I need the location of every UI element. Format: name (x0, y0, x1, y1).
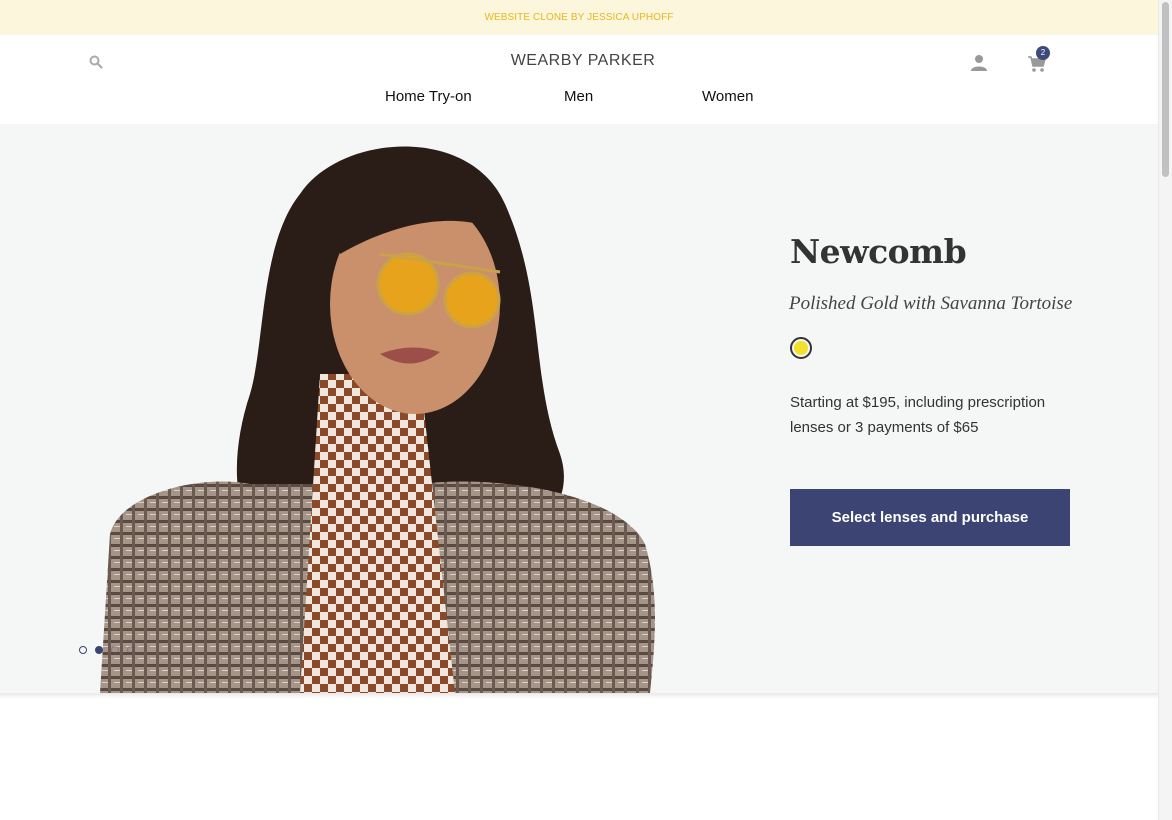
main-nav: Home Try-on Men Women (0, 88, 1158, 108)
banner-text: WEBSITE CLONE BY JESSICA UPHOFF (484, 12, 674, 23)
model-photo (100, 146, 655, 693)
section-divider (0, 693, 1158, 699)
carousel-dot[interactable] (127, 646, 135, 654)
color-swatch-fill (794, 341, 808, 355)
site-header: WEARBY PARKER 2 Home Try-on Men Women (0, 35, 1158, 124)
scrollbar-thumb[interactable] (1162, 2, 1169, 177)
price-text: Starting at $195, including prescription… (790, 394, 1046, 436)
promo-banner: WEBSITE CLONE BY JESSICA UPHOFF (0, 0, 1158, 35)
scrollbar[interactable] (1158, 0, 1172, 820)
carousel-dot[interactable] (111, 646, 119, 654)
product-hero: Newcomb Polished Gold with Savanna Torto… (0, 124, 1158, 693)
user-icon[interactable] (970, 54, 988, 72)
select-lenses-button[interactable]: Select lenses and purchase (790, 489, 1070, 546)
carousel-dot[interactable] (95, 646, 103, 654)
product-name: Newcomb (790, 232, 967, 271)
site-logo[interactable]: WEARBY PARKER (0, 52, 1166, 70)
product-info: Newcomb Polished Gold with Savanna Torto… (789, 232, 1090, 546)
nav-item-home-try-on[interactable]: Home Try-on (385, 88, 472, 105)
product-color-name: Polished Gold with Savanna Tortoise (789, 293, 1073, 314)
nav-item-women[interactable]: Women (702, 88, 753, 105)
carousel-dot[interactable] (79, 646, 87, 654)
cart-button[interactable]: 2 (1027, 46, 1051, 74)
nav-item-men[interactable]: Men (564, 88, 593, 105)
cart-count-badge: 2 (1036, 46, 1050, 60)
color-swatch[interactable] (790, 337, 812, 359)
